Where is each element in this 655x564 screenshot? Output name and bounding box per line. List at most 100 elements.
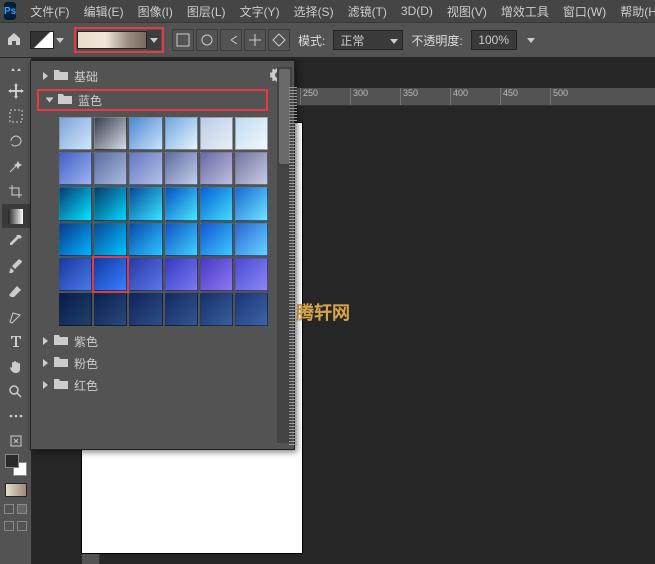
diamond-gradient-icon[interactable] [268, 29, 290, 51]
radial-gradient-icon[interactable] [196, 29, 218, 51]
gradient-tool[interactable] [2, 204, 30, 228]
gradient-swatch[interactable] [59, 293, 92, 326]
gradient-swatch[interactable] [200, 293, 233, 326]
gradient-swatch[interactable] [94, 293, 127, 326]
blend-mode-select[interactable]: 正常 [333, 30, 403, 50]
foreground-color [5, 454, 19, 468]
opacity-input[interactable]: 100% [471, 30, 517, 50]
menu-view[interactable]: 视图(V) [441, 1, 493, 22]
gradient-swatch[interactable] [59, 117, 92, 150]
folder-icon [54, 69, 68, 83]
caret-down-icon [46, 98, 54, 103]
gradient-swatch[interactable] [165, 258, 198, 291]
gradient-swatch[interactable] [94, 117, 127, 150]
gradient-swatch[interactable] [235, 187, 268, 220]
screen-mode-toggle[interactable] [4, 521, 27, 531]
gradient-swatch[interactable] [235, 293, 268, 326]
gradient-swatch[interactable] [129, 152, 162, 185]
gradient-swatch[interactable] [94, 152, 127, 185]
folder-icon [54, 334, 68, 348]
folder-blue[interactable]: 蓝色 [37, 89, 268, 111]
gradient-preview-dropdown[interactable] [74, 27, 164, 53]
eraser-tool[interactable] [2, 279, 30, 303]
menu-plugins[interactable]: 增效工具 [495, 1, 555, 22]
menu-type[interactable]: 文字(Y) [234, 1, 286, 22]
gradient-swatch[interactable] [200, 187, 233, 220]
gradient-swatch[interactable] [59, 152, 92, 185]
gradient-swatch[interactable] [129, 117, 162, 150]
move-tool[interactable] [2, 79, 30, 103]
more-tools[interactable] [2, 404, 30, 428]
resize-grip[interactable] [289, 85, 297, 445]
angle-gradient-icon[interactable] [220, 29, 242, 51]
gradient-swatch[interactable] [129, 187, 162, 220]
pen-tool[interactable] [2, 304, 30, 328]
zoom-tool[interactable] [2, 379, 30, 403]
folder-basic[interactable]: 基础 [35, 65, 272, 87]
tools-sidebar [0, 58, 32, 564]
gradient-swatch[interactable] [59, 223, 92, 256]
hand-tool[interactable] [2, 354, 30, 378]
lasso-tool[interactable] [2, 129, 30, 153]
options-bar: 模式: 正常 不透明度: 100% [0, 22, 655, 58]
gradient-swatch[interactable] [165, 152, 198, 185]
gradient-swatch[interactable] [200, 117, 233, 150]
menu-edit[interactable]: 编辑(E) [78, 1, 130, 22]
gradient-thumb[interactable] [5, 483, 27, 497]
brush-tool[interactable] [2, 254, 30, 278]
chevron-down-icon [390, 33, 398, 47]
gradient-swatch[interactable] [235, 258, 268, 291]
menu-layer[interactable]: 图层(L) [181, 1, 232, 22]
gradient-swatch[interactable] [59, 258, 92, 291]
gradient-swatch[interactable] [200, 258, 233, 291]
gradient-swatch[interactable] [235, 117, 268, 150]
gradient-swatch[interactable] [165, 293, 198, 326]
gradient-swatch[interactable] [235, 223, 268, 256]
marquee-tool[interactable] [2, 104, 30, 128]
menu-help[interactable]: 帮助(H) [614, 1, 655, 22]
watermark-text: 腾轩网 [296, 299, 350, 325]
linear-gradient-icon[interactable] [172, 29, 194, 51]
folder-label: 紫色 [74, 333, 98, 350]
swatch-icon [30, 31, 54, 49]
gradient-swatch[interactable] [129, 293, 162, 326]
app-logo-icon: Ps [4, 2, 16, 20]
menu-image[interactable]: 图像(I) [132, 1, 179, 22]
eyedropper-tool[interactable] [2, 229, 30, 253]
gradient-swatch[interactable] [94, 187, 127, 220]
menu-filter[interactable]: 滤镜(T) [342, 1, 393, 22]
foreground-swatch-dropdown[interactable] [30, 31, 66, 49]
folder-red[interactable]: 红色 [35, 374, 272, 396]
gradient-swatch[interactable] [129, 258, 162, 291]
reflected-gradient-icon[interactable] [244, 29, 266, 51]
gradient-swatch[interactable] [165, 187, 198, 220]
color-swatch[interactable] [5, 454, 27, 476]
chevron-down-icon[interactable] [525, 31, 537, 49]
folder-pink[interactable]: 粉色 [35, 352, 272, 374]
caret-right-icon [43, 72, 48, 80]
gradient-swatch[interactable] [94, 223, 127, 256]
menu-3d[interactable]: 3D(D) [395, 2, 439, 20]
type-tool[interactable] [2, 329, 30, 353]
gradient-swatch[interactable] [165, 223, 198, 256]
edit-toolbar-icon[interactable] [2, 429, 30, 453]
gradient-swatch[interactable] [165, 117, 198, 150]
collapse-icon[interactable] [2, 62, 30, 74]
home-icon[interactable] [6, 31, 22, 50]
caret-right-icon [43, 381, 48, 389]
gradient-swatch[interactable] [59, 187, 92, 220]
gradient-swatch[interactable] [94, 258, 127, 291]
menu-file[interactable]: 文件(F) [24, 1, 75, 22]
menu-window[interactable]: 窗口(W) [557, 1, 612, 22]
wand-tool[interactable] [2, 154, 30, 178]
gradient-swatch[interactable] [129, 223, 162, 256]
mode-label: 模式: [298, 32, 325, 49]
gradient-swatch[interactable] [235, 152, 268, 185]
gradient-swatch[interactable] [200, 223, 233, 256]
gradient-swatch[interactable] [200, 152, 233, 185]
menu-select[interactable]: 选择(S) [288, 1, 340, 22]
folder-purple[interactable]: 紫色 [35, 330, 272, 352]
mask-mode-toggle[interactable] [4, 504, 27, 514]
folder-label: 基础 [74, 68, 98, 85]
crop-tool[interactable] [2, 179, 30, 203]
